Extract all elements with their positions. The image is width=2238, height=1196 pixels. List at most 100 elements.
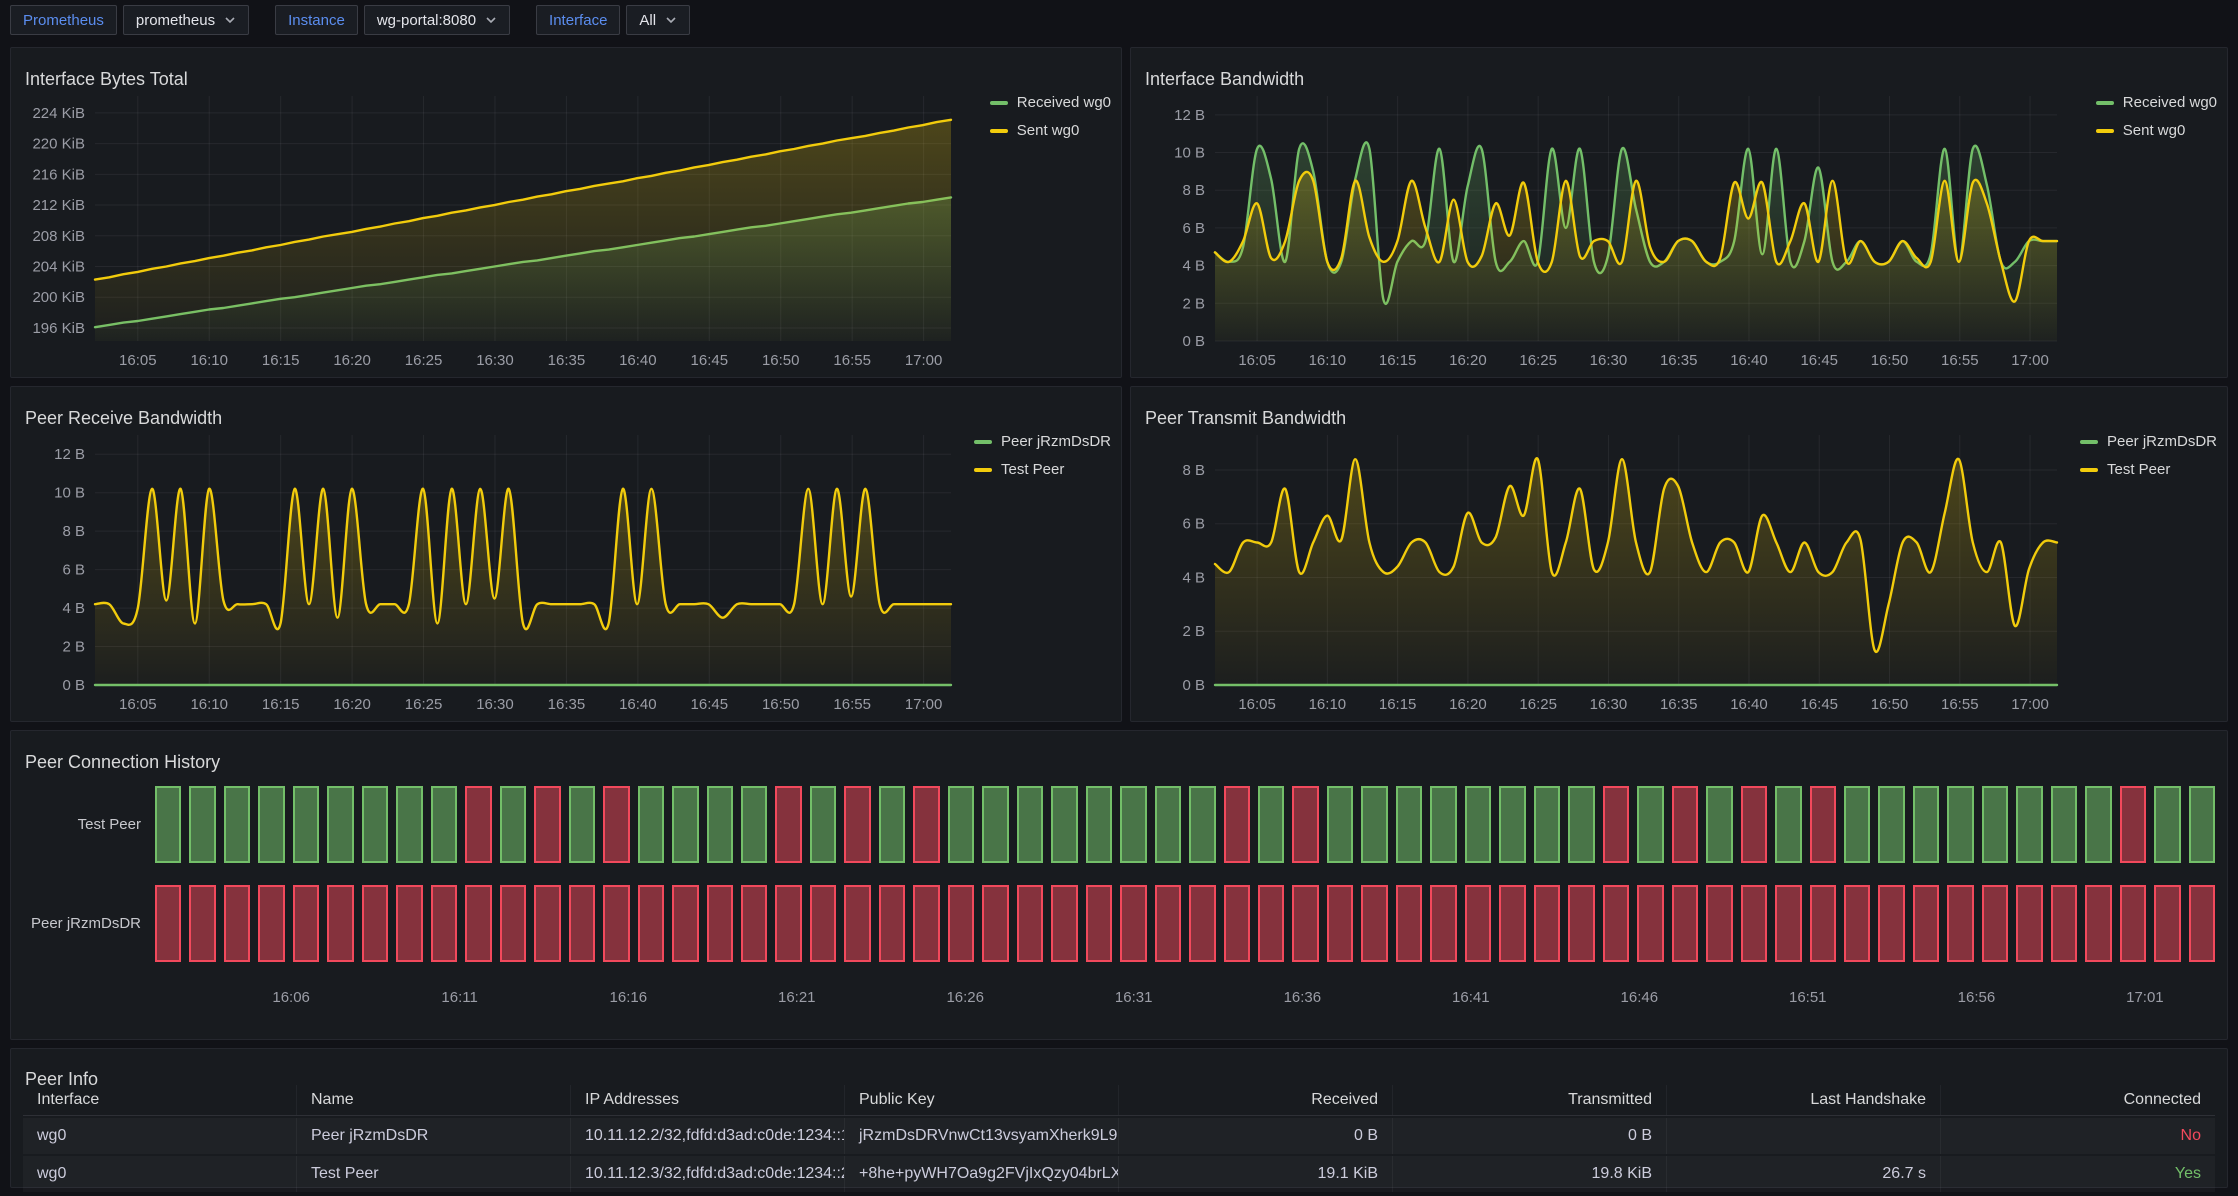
- status-bar-disconnected: [2051, 885, 2077, 962]
- chevron-down-icon: [224, 14, 236, 26]
- status-bar-connected: [1775, 786, 1801, 863]
- table-column-header[interactable]: IP Addresses: [571, 1085, 845, 1115]
- legend-item[interactable]: Test Peer: [2080, 461, 2217, 478]
- table-column-header[interactable]: Interface: [23, 1085, 297, 1115]
- variable-prometheus-value: prometheus: [136, 12, 215, 29]
- x-axis-tick-label: 16:05: [1238, 352, 1276, 369]
- table-column-header[interactable]: Transmitted: [1393, 1085, 1667, 1115]
- x-axis-tick-label: 16:20: [333, 696, 371, 713]
- status-bar-disconnected: [1982, 885, 2008, 962]
- status-bar-connected: [1534, 786, 1560, 863]
- variable-prometheus-dropdown[interactable]: prometheus: [123, 5, 249, 35]
- y-axis-tick-label: 6 B: [1182, 516, 1205, 533]
- x-axis-tick-label: 16:15: [262, 352, 300, 369]
- table-column-header[interactable]: Name: [297, 1085, 571, 1115]
- y-axis-tick-label: 196 KiB: [32, 320, 85, 337]
- status-bar-connected: [155, 786, 181, 863]
- table-column-header[interactable]: Public Key: [845, 1085, 1119, 1115]
- x-axis-tick-label: 16:10: [1309, 352, 1347, 369]
- status-bar-disconnected: [465, 786, 491, 863]
- variable-prometheus-label[interactable]: Prometheus: [10, 5, 117, 35]
- x-axis-tick-label: 16:41: [1452, 989, 1490, 1006]
- status-bar-disconnected: [1534, 885, 1560, 962]
- status-bar-disconnected: [2120, 885, 2146, 962]
- x-axis-tick-label: 17:01: [2126, 989, 2164, 1006]
- x-axis-tick-label: 16:20: [1449, 696, 1487, 713]
- status-bar-disconnected: [534, 885, 560, 962]
- legend-series-label: Test Peer: [2107, 461, 2170, 478]
- x-axis-tick-label: 16:15: [1379, 696, 1417, 713]
- table-column-header[interactable]: Last Handshake: [1667, 1085, 1941, 1115]
- status-bar-disconnected: [534, 786, 560, 863]
- status-history-rows: Test PeerPeer jRzmDsDR: [23, 775, 2215, 973]
- x-axis-tick-label: 16:30: [476, 696, 514, 713]
- status-bar-disconnected: [913, 786, 939, 863]
- y-axis-tick-label: 0 B: [1182, 677, 1205, 694]
- x-axis-tick-label: 16:55: [833, 352, 871, 369]
- legend-series-swatch: [990, 129, 1008, 133]
- chart-canvas: 224 KiB220 KiB216 KiB212 KiB208 KiB204 K…: [19, 84, 953, 371]
- status-history-row: Peer jRzmDsDR: [23, 874, 2215, 973]
- status-bar-connected: [1120, 786, 1146, 863]
- status-bar-disconnected: [224, 885, 250, 962]
- legend-item[interactable]: Sent wg0: [2096, 122, 2217, 139]
- table-column-header[interactable]: Connected: [1941, 1085, 2215, 1115]
- x-axis-tick-label: 16:36: [1284, 989, 1322, 1006]
- x-axis-tick-label: 16:30: [1590, 352, 1628, 369]
- status-bar-disconnected: [1603, 885, 1629, 962]
- table-column-header[interactable]: Received: [1119, 1085, 1393, 1115]
- variable-instance-dropdown[interactable]: wg-portal:8080: [364, 5, 510, 35]
- status-bar-connected: [1430, 786, 1456, 863]
- x-axis-tick-label: 17:00: [905, 352, 943, 369]
- legend-series-label: Peer jRzmDsDR: [2107, 433, 2217, 450]
- x-axis-tick-label: 17:00: [2011, 696, 2049, 713]
- y-axis-tick-label: 12 B: [1174, 107, 1205, 124]
- status-bar-connected: [810, 786, 836, 863]
- variable-instance-label[interactable]: Instance: [275, 5, 358, 35]
- status-bar-connected: [1361, 786, 1387, 863]
- variable-interface-dropdown[interactable]: All: [626, 5, 690, 35]
- table-cell: 10.11.12.2/32,fdfd:d3ad:c0de:1234::1/128: [571, 1118, 845, 1154]
- status-bar-disconnected: [1672, 885, 1698, 962]
- status-bar-connected: [189, 786, 215, 863]
- chart-canvas: 12 B10 B8 B6 B4 B2 B0 B16:0516:1016:1516…: [19, 423, 953, 715]
- variable-interface-label[interactable]: Interface: [536, 5, 620, 35]
- x-axis-tick-label: 16:16: [610, 989, 648, 1006]
- status-bar-connected: [500, 786, 526, 863]
- legend-item[interactable]: Peer jRzmDsDR: [974, 433, 1111, 450]
- table-cell: [1667, 1118, 1941, 1154]
- table-row: wg0Test Peer10.11.12.3/32,fdfd:d3ad:c0de…: [23, 1156, 2215, 1192]
- legend-series-label: Sent wg0: [1017, 122, 1080, 139]
- status-bar-disconnected: [1086, 885, 1112, 962]
- status-bar-disconnected: [1568, 885, 1594, 962]
- status-bar-connected: [1844, 786, 1870, 863]
- status-bar-disconnected: [1120, 885, 1146, 962]
- legend-item[interactable]: Test Peer: [974, 461, 1111, 478]
- legend-item[interactable]: Peer jRzmDsDR: [2080, 433, 2217, 450]
- x-axis-tick-label: 16:06: [272, 989, 310, 1006]
- y-axis-tick-label: 212 KiB: [32, 197, 85, 214]
- status-bar-connected: [431, 786, 457, 863]
- chart-legend: Received wg0 Sent wg0: [990, 94, 1111, 139]
- x-axis-tick-label: 16:40: [1730, 696, 1768, 713]
- status-bar-disconnected: [465, 885, 491, 962]
- status-bar-disconnected: [1741, 885, 1767, 962]
- status-bar-disconnected: [2120, 786, 2146, 863]
- series-area: [95, 489, 951, 685]
- status-bar-connected: [1947, 786, 1973, 863]
- status-bar-disconnected: [2016, 885, 2042, 962]
- legend-item[interactable]: Received wg0: [2096, 94, 2217, 111]
- x-axis-tick-label: 16:50: [1871, 696, 1909, 713]
- status-bar-connected: [1155, 786, 1181, 863]
- status-bar-disconnected: [2189, 885, 2215, 962]
- chart-plot-area: 12 B10 B8 B6 B4 B2 B0 B16:0516:1016:1516…: [19, 423, 953, 715]
- status-bar-disconnected: [189, 885, 215, 962]
- legend-item[interactable]: Received wg0: [990, 94, 1111, 111]
- chevron-down-icon: [485, 14, 497, 26]
- table-header-row: InterfaceNameIP AddressesPublic KeyRecei…: [23, 1085, 2215, 1116]
- legend-series-swatch: [2096, 101, 2114, 105]
- status-bar-disconnected: [1913, 885, 1939, 962]
- x-axis-tick-label: 16:30: [476, 352, 514, 369]
- legend-item[interactable]: Sent wg0: [990, 122, 1111, 139]
- chart-legend: Peer jRzmDsDR Test Peer: [2080, 433, 2217, 478]
